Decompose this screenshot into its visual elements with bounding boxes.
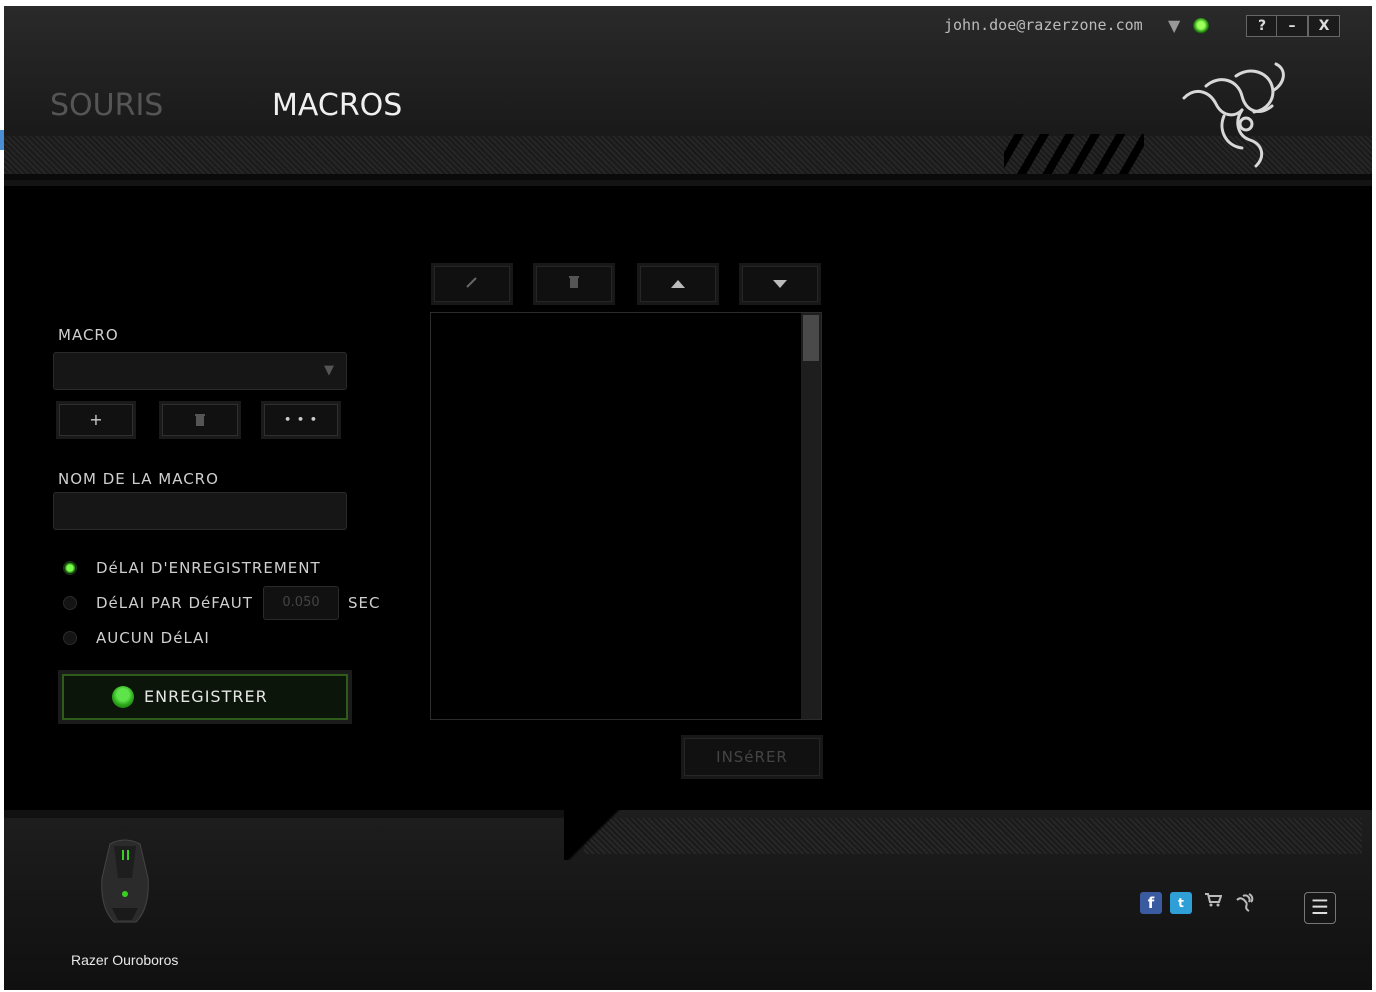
macro-name-label: NOM DE LA MACRO xyxy=(58,470,219,488)
macro-event-list[interactable] xyxy=(430,312,822,720)
close-button[interactable]: X xyxy=(1308,15,1340,37)
move-down-button[interactable] xyxy=(742,266,818,302)
footer-divider xyxy=(4,810,580,818)
header xyxy=(4,6,1372,186)
footer-band xyxy=(584,818,1362,854)
header-stripes xyxy=(1004,134,1144,174)
arrow-down-icon xyxy=(773,280,787,288)
default-delay-input[interactable]: 0.050 xyxy=(263,586,339,620)
scrollbar[interactable] xyxy=(801,313,821,719)
chevron-down-icon[interactable]: ▼ xyxy=(1168,16,1180,35)
pencil-icon xyxy=(466,277,477,288)
record-button-label: ENREGISTRER xyxy=(144,687,268,706)
radio-no-delay[interactable] xyxy=(63,631,77,645)
default-delay-label: DéLAI PAR DéFAUT xyxy=(96,594,253,612)
footer-notch xyxy=(564,810,624,860)
window-edge xyxy=(0,130,4,150)
razer-small-logo xyxy=(1236,893,1254,912)
mouse-device-icon[interactable] xyxy=(98,838,152,926)
record-delay-label: DéLAI D'ENREGISTREMENT xyxy=(96,559,321,577)
record-button[interactable]: ENREGISTRER xyxy=(62,674,348,720)
cart-icon[interactable] xyxy=(1202,892,1224,914)
twitter-icon[interactable]: t xyxy=(1170,892,1192,914)
scrollbar-thumb[interactable] xyxy=(803,315,819,361)
delete-event-button[interactable] xyxy=(536,266,612,302)
status-indicator-icon xyxy=(1193,18,1209,34)
move-up-button[interactable] xyxy=(640,266,716,302)
macro-select[interactable]: ▼ xyxy=(53,352,347,390)
razer-logo-icon xyxy=(1182,62,1285,168)
menu-icon: ☰ xyxy=(1311,895,1329,919)
synapse-window: SOURIS MACROS john.doe@razerzone.com ▼ ?… xyxy=(4,6,1372,990)
menu-button[interactable]: ☰ xyxy=(1304,892,1336,924)
edit-event-button[interactable] xyxy=(434,266,510,302)
trash-icon xyxy=(195,414,205,426)
header-divider xyxy=(4,174,1372,180)
delay-unit-label: SEC xyxy=(348,594,381,612)
help-button[interactable]: ? xyxy=(1246,15,1278,37)
cart-glyph xyxy=(1205,893,1223,907)
macro-label: MACRO xyxy=(58,326,119,344)
minimize-button[interactable]: – xyxy=(1276,15,1308,37)
facebook-icon[interactable]: f xyxy=(1140,892,1162,914)
device-name: Razer Ouroboros xyxy=(71,952,179,968)
radio-record-delay[interactable] xyxy=(63,561,77,575)
arrow-up-icon xyxy=(671,280,685,288)
insert-button[interactable]: INSéRER xyxy=(684,738,820,776)
no-delay-label: AUCUN DéLAI xyxy=(96,629,210,647)
trash-icon xyxy=(569,276,579,288)
tab-macros[interactable]: MACROS xyxy=(272,88,402,123)
chevron-down-icon: ▼ xyxy=(324,363,334,378)
record-icon xyxy=(112,686,134,708)
razer-icon[interactable] xyxy=(1234,892,1256,914)
tab-souris[interactable]: SOURIS xyxy=(50,88,163,123)
macro-name-input[interactable] xyxy=(53,492,347,530)
radio-default-delay[interactable] xyxy=(63,596,77,610)
delete-macro-button[interactable] xyxy=(162,404,238,436)
add-macro-button[interactable]: + xyxy=(59,404,133,436)
account-email[interactable]: john.doe@razerzone.com xyxy=(944,16,1143,34)
more-options-button[interactable]: • • • xyxy=(264,404,338,436)
